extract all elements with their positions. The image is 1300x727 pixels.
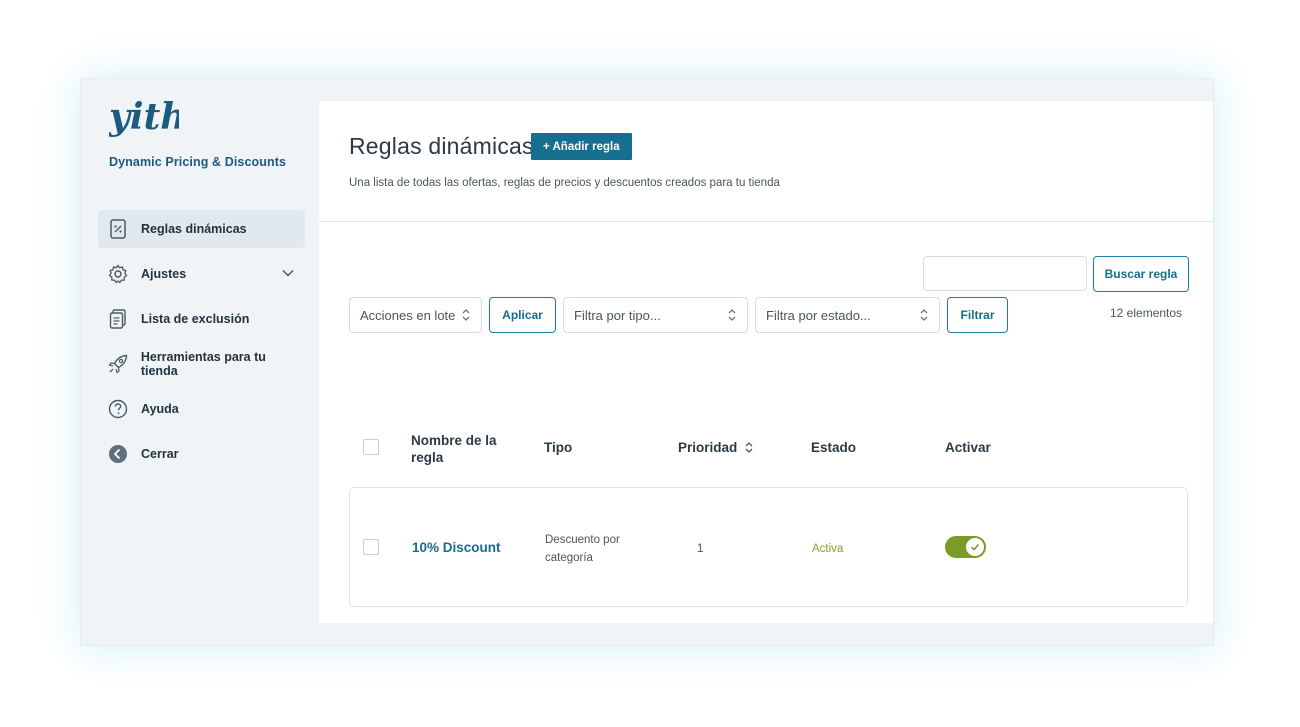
column-header-priority-label: Prioridad	[678, 440, 738, 455]
sidebar-item-label: Ajustes	[141, 267, 187, 281]
sidebar-item-ajustes[interactable]: Ajustes	[98, 255, 305, 293]
column-header-activate: Activar	[945, 440, 991, 455]
gear-icon	[107, 263, 129, 285]
rule-name-link[interactable]: 10% Discount	[412, 540, 501, 555]
items-count: 12 elementos	[1110, 306, 1183, 320]
select-arrows-icon	[727, 308, 737, 325]
back-arrow-circle-icon	[107, 443, 129, 465]
sidebar-nav: Reglas dinámicas Ajustes Lista de exclus…	[98, 210, 305, 480]
toggle-knob	[966, 538, 984, 556]
status-badge: Activa	[812, 543, 844, 555]
main-panel: Reglas dinámicas + Añadir regla Una list…	[319, 101, 1213, 623]
check-icon	[970, 542, 980, 552]
sidebar-item-reglas-dinamicas[interactable]: Reglas dinámicas	[98, 210, 305, 248]
svg-text:yith: yith	[109, 97, 179, 138]
sidebar-item-label: Cerrar	[141, 447, 179, 461]
yith-logo: yith	[108, 96, 186, 148]
search-input[interactable]	[923, 256, 1087, 291]
bulk-actions-select[interactable]: Acciones en lote	[349, 297, 482, 333]
column-header-name: Nombre de la regla	[411, 433, 497, 465]
status-filter-select[interactable]: Filtra por estado...	[755, 297, 940, 333]
column-header-status: Estado	[811, 440, 857, 455]
row-checkbox[interactable]	[363, 539, 379, 555]
sidebar-item-cerrar[interactable]: Cerrar	[98, 435, 305, 473]
type-filter-select[interactable]: Filtra por tipo...	[563, 297, 748, 333]
page-subtitle: Una lista de todas las ofertas, reglas d…	[349, 177, 780, 189]
add-rule-button[interactable]: + Añadir regla	[531, 133, 632, 160]
search-rule-button[interactable]: Buscar regla	[1093, 256, 1189, 292]
activate-toggle[interactable]	[945, 536, 986, 558]
type-filter-value: Filtra por tipo...	[574, 307, 661, 323]
question-circle-icon	[107, 398, 129, 420]
bulk-actions-value: Acciones en lote	[360, 307, 456, 323]
select-arrows-icon	[919, 308, 929, 325]
sidebar-item-label: Lista de exclusión	[141, 312, 250, 326]
chevron-down-icon[interactable]	[281, 266, 295, 285]
page-title: Reglas dinámicas	[349, 133, 534, 159]
select-arrows-icon	[461, 308, 471, 325]
sort-icon	[744, 441, 754, 454]
column-header-priority[interactable]: Prioridad	[678, 440, 754, 455]
discount-tag-icon	[107, 218, 129, 240]
apply-button[interactable]: Aplicar	[489, 297, 556, 333]
table-row: 10% Discount Descuento por categoría 1 A…	[349, 487, 1188, 607]
sidebar-item-label: Ayuda	[141, 402, 179, 416]
sidebar-item-lista-exclusion[interactable]: Lista de exclusión	[98, 300, 305, 338]
plugin-name: Dynamic Pricing & Discounts	[109, 155, 287, 169]
sidebar-item-herramientas[interactable]: Herramientas para tu tienda	[98, 345, 305, 383]
sidebar-item-ayuda[interactable]: Ayuda	[98, 390, 305, 428]
rocket-icon	[107, 353, 129, 375]
column-header-type: Tipo	[544, 440, 573, 455]
app-frame: yith Dynamic Pricing & Discounts Reglas …	[80, 78, 1214, 646]
filter-button[interactable]: Filtrar	[947, 297, 1008, 333]
rule-type: Descuento por categoría	[545, 534, 620, 564]
rule-priority: 1	[697, 543, 704, 555]
select-all-checkbox[interactable]	[363, 439, 379, 455]
sidebar-item-label: Herramientas para tu tienda	[140, 350, 266, 378]
clipboard-list-icon	[107, 308, 129, 330]
status-filter-value: Filtra por estado...	[766, 307, 871, 323]
sidebar-item-label: Reglas dinámicas	[141, 222, 247, 236]
header-divider	[319, 221, 1213, 222]
